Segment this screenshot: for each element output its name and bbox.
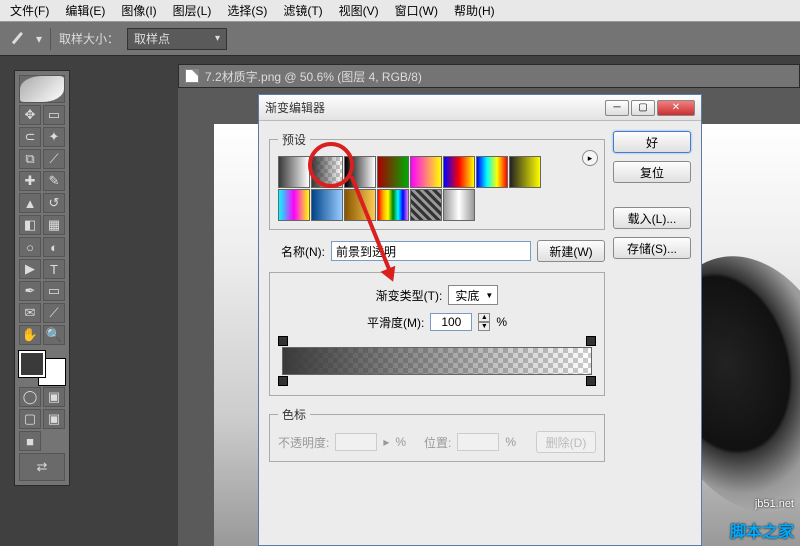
- stops-group: 色标 不透明度: ▸ % 位置: % 删除(D): [269, 406, 605, 462]
- preset-swatch[interactable]: [443, 189, 475, 221]
- menu-layer[interactable]: 图层(L): [165, 0, 220, 21]
- preset-swatch[interactable]: [311, 156, 343, 188]
- stamp-tool[interactable]: ▲: [19, 193, 41, 213]
- lasso-tool[interactable]: ⊂: [19, 127, 41, 147]
- screenmode-toggle[interactable]: ▣: [43, 387, 65, 407]
- dialog-title: 渐变编辑器: [265, 99, 325, 116]
- menu-filter[interactable]: 滤镜(T): [275, 0, 330, 21]
- presets-group: 预设 ▸: [269, 131, 605, 230]
- blur-tool[interactable]: ○: [19, 237, 41, 257]
- pen-tool[interactable]: ✒: [19, 281, 41, 301]
- toolbox: ✥ ▭ ⊂ ✦ ⧉ ⟋ ✚ ✎ ▲ ↺ ◧ ▦ ○ ◐ ▶ T ✒ ▭ ✉ ⟋ …: [14, 70, 70, 486]
- presets-legend: 预设: [278, 131, 310, 148]
- opacity-stop-left[interactable]: [278, 336, 288, 346]
- watermark-text: 脚本之家: [730, 518, 794, 542]
- notes-tool[interactable]: ✉: [19, 303, 41, 323]
- new-button[interactable]: 新建(W): [537, 240, 605, 262]
- preset-swatch[interactable]: [344, 156, 376, 188]
- dodge-tool[interactable]: ◐: [43, 237, 65, 257]
- screen-max[interactable]: ■: [19, 431, 41, 451]
- gradient-bar[interactable]: [282, 347, 592, 375]
- preset-swatch[interactable]: [377, 189, 409, 221]
- opacity-input: [335, 433, 377, 451]
- brush-tool[interactable]: ✎: [43, 171, 65, 191]
- crop-tool[interactable]: ⧉: [19, 149, 41, 169]
- document-icon: [185, 69, 199, 83]
- screen-full[interactable]: ▣: [43, 409, 65, 429]
- screen-std[interactable]: ▢: [19, 409, 41, 429]
- minimize-button[interactable]: ─: [605, 100, 629, 116]
- opacity-stop-right[interactable]: [586, 336, 596, 346]
- preset-swatch[interactable]: [344, 189, 376, 221]
- name-input[interactable]: 前景到透明: [331, 241, 531, 261]
- options-bar: ▾ 取样大小： 取样点: [0, 22, 800, 56]
- delete-button: 删除(D): [536, 431, 596, 453]
- close-button[interactable]: ✕: [657, 100, 695, 116]
- history-brush-tool[interactable]: ↺: [43, 193, 65, 213]
- preset-swatch[interactable]: [311, 189, 343, 221]
- stops-legend: 色标: [278, 406, 310, 423]
- sample-size-combo[interactable]: 取样点: [127, 28, 227, 50]
- name-label: 名称(N):: [269, 243, 325, 260]
- path-select-tool[interactable]: ▶: [19, 259, 41, 279]
- ok-button[interactable]: 好: [613, 131, 691, 153]
- sample-size-label: 取样大小：: [59, 30, 119, 47]
- document-titlebar: 7.2材质字.png @ 50.6% (图层 4, RGB/8): [178, 64, 800, 88]
- smooth-stepper[interactable]: ▲▼: [478, 313, 490, 331]
- maximize-button[interactable]: ▢: [631, 100, 655, 116]
- wand-tool[interactable]: ✦: [43, 127, 65, 147]
- smooth-label: 平滑度(M):: [367, 314, 424, 331]
- save-button[interactable]: 存储(S)...: [613, 237, 691, 259]
- menu-view[interactable]: 视图(V): [331, 0, 387, 21]
- color-swatch[interactable]: [19, 351, 65, 385]
- heal-tool[interactable]: ✚: [19, 171, 41, 191]
- preset-swatch[interactable]: [443, 156, 475, 188]
- position-input: [457, 433, 499, 451]
- quickmask-toggle[interactable]: ◯: [19, 387, 41, 407]
- eyedropper-tool[interactable]: ⟋: [43, 303, 65, 323]
- position-label: 位置:: [424, 434, 451, 451]
- menu-select[interactable]: 选择(S): [219, 0, 275, 21]
- dialog-titlebar[interactable]: 渐变编辑器 ─ ▢ ✕: [259, 95, 701, 121]
- load-button[interactable]: 载入(L)...: [613, 207, 691, 229]
- preset-swatch[interactable]: [410, 189, 442, 221]
- preset-swatch[interactable]: [410, 156, 442, 188]
- marquee-tool[interactable]: ▭: [43, 105, 65, 125]
- gradient-settings: 渐变类型(T): 实底 平滑度(M): 100 ▲▼ %: [269, 272, 605, 396]
- feather-logo: [19, 75, 65, 103]
- preset-swatch[interactable]: [278, 156, 310, 188]
- color-stop-right[interactable]: [586, 376, 596, 386]
- type-select[interactable]: 实底: [448, 285, 498, 305]
- percent-label: %: [496, 315, 507, 329]
- presets-menu-button[interactable]: ▸: [582, 150, 598, 166]
- eyedropper-icon[interactable]: [8, 29, 28, 49]
- preset-swatch[interactable]: [509, 156, 541, 188]
- hand-tool[interactable]: ✋: [19, 325, 41, 345]
- watermark-url: jb51.net: [755, 498, 794, 510]
- shape-tool[interactable]: ▭: [43, 281, 65, 301]
- reset-button[interactable]: 复位: [613, 161, 691, 183]
- preset-swatch[interactable]: [377, 156, 409, 188]
- jump-to-imageready[interactable]: ⇄: [19, 453, 65, 481]
- move-tool[interactable]: ✥: [19, 105, 41, 125]
- zoom-tool[interactable]: 🔍: [43, 325, 65, 345]
- type-tool[interactable]: T: [43, 259, 65, 279]
- menu-edit[interactable]: 编辑(E): [57, 0, 113, 21]
- menu-help[interactable]: 帮助(H): [446, 0, 503, 21]
- type-label: 渐变类型(T):: [376, 287, 443, 304]
- gradient-editor-dialog: 渐变编辑器 ─ ▢ ✕ 预设 ▸: [258, 94, 702, 546]
- gradient-tool[interactable]: ▦: [43, 215, 65, 235]
- menu-bar: 文件(F) 编辑(E) 图像(I) 图层(L) 选择(S) 滤镜(T) 视图(V…: [0, 0, 800, 22]
- preset-swatch[interactable]: [476, 156, 508, 188]
- eraser-tool[interactable]: ◧: [19, 215, 41, 235]
- opacity-label: 不透明度:: [278, 434, 329, 451]
- menu-image[interactable]: 图像(I): [113, 0, 164, 21]
- smooth-input[interactable]: 100: [430, 313, 472, 331]
- color-stop-left[interactable]: [278, 376, 288, 386]
- menu-file[interactable]: 文件(F): [2, 0, 57, 21]
- slice-tool[interactable]: ⟋: [43, 149, 65, 169]
- preset-swatch[interactable]: [278, 189, 310, 221]
- document-title: 7.2材质字.png @ 50.6% (图层 4, RGB/8): [205, 68, 422, 85]
- menu-window[interactable]: 窗口(W): [387, 0, 446, 21]
